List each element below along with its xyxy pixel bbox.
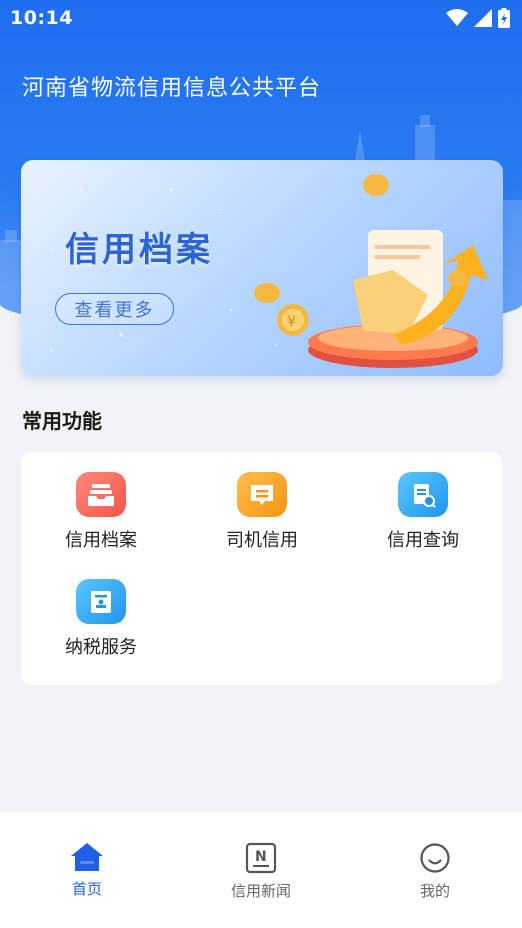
bottom-tab-bar: 首页 N 信用新闻 我的	[0, 812, 522, 928]
section-title: 常用功能	[22, 409, 102, 433]
tab-label: 信用新闻	[230, 882, 291, 900]
smile-face-icon	[420, 843, 450, 873]
view-more-button[interactable]: 查看更多	[55, 293, 174, 325]
function-label: 司机信用	[226, 530, 298, 551]
tab-home[interactable]: 首页	[0, 812, 174, 928]
coins-document-illustration: ¥	[254, 174, 488, 368]
wifi-icon	[446, 9, 468, 26]
function-label: 信用档案	[65, 530, 137, 551]
function-credit-archive[interactable]: 信用档案	[21, 452, 181, 552]
tab-credit-news[interactable]: N 信用新闻	[174, 812, 348, 928]
battery-icon	[498, 8, 510, 28]
svg-text:¥: ¥	[287, 314, 296, 330]
status-time: 10:14	[10, 7, 73, 29]
function-driver-credit[interactable]: 司机信用	[182, 452, 342, 552]
credit-archive-banner[interactable]: 信用档案 查看更多 ¥	[21, 160, 503, 376]
tab-label: 首页	[71, 880, 102, 898]
document-search-icon	[398, 472, 448, 517]
svg-text:N: N	[255, 849, 267, 865]
tab-label: 我的	[419, 882, 450, 900]
function-credit-query[interactable]: 信用查询	[343, 452, 503, 552]
news-icon: N	[245, 842, 277, 874]
function-label: 纳税服务	[65, 637, 137, 658]
function-tax-service[interactable]: 纳税服务	[21, 559, 181, 659]
signal-icon	[474, 9, 492, 27]
common-functions-card: 信用档案 司机信用 信用查询 纳税服务	[21, 452, 503, 685]
function-label: 信用查询	[387, 530, 459, 551]
tax-stamp-icon	[76, 579, 126, 624]
message-card-icon	[237, 472, 287, 517]
status-bar: 10:14	[0, 0, 522, 36]
archive-box-icon	[76, 472, 126, 517]
banner-title: 信用档案	[65, 230, 213, 270]
page-title: 河南省物流信用信息公共平台	[22, 76, 322, 101]
tab-mine[interactable]: 我的	[348, 812, 522, 928]
home-icon	[71, 843, 103, 871]
